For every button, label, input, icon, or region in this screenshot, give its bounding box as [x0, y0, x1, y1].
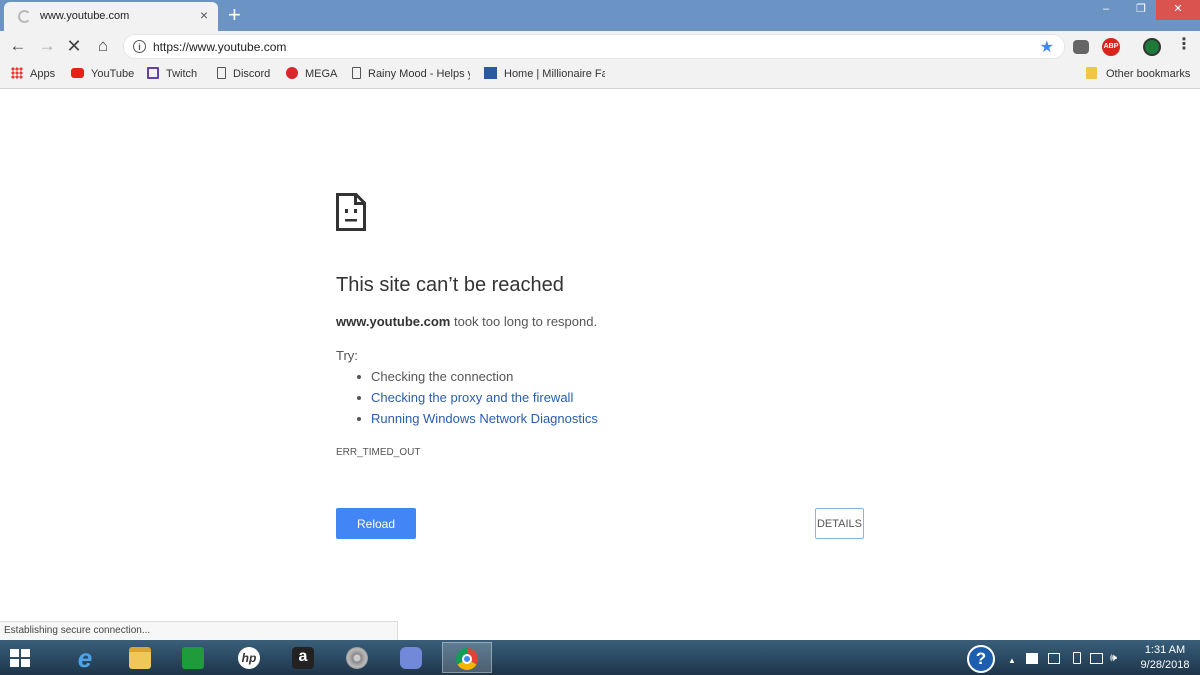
tab-strip: www.youtube.com × + ‒ ❐ ✕: [0, 0, 1200, 31]
bookmark-apps[interactable]: Apps: [11, 67, 55, 83]
profile-avatar-icon[interactable]: [1143, 38, 1161, 56]
loading-spinner-icon: [18, 10, 31, 23]
bookmark-label: YouTube: [91, 68, 135, 80]
millionaire-icon: [484, 67, 497, 79]
window-maximize-button[interactable]: ❐: [1126, 0, 1156, 20]
other-bookmarks[interactable]: Other bookmarks: [1086, 67, 1190, 83]
hp-icon: hp: [238, 647, 260, 669]
new-tab-button[interactable]: +: [228, 3, 241, 27]
amazon-icon: a: [292, 647, 314, 669]
folder-icon: [1086, 67, 1097, 79]
windows-taskbar: e hp a: [0, 640, 1200, 675]
twitch-icon: [147, 67, 159, 79]
reload-button[interactable]: Reload: [336, 508, 416, 539]
file-explorer-icon: [129, 647, 151, 669]
bookmark-mega[interactable]: MEGA: [286, 67, 337, 83]
store-icon: [182, 647, 204, 669]
bookmark-label: Rainy Mood - Helps y: [368, 68, 470, 80]
apps-grid-icon: [11, 67, 23, 79]
error-code: ERR_TIMED_OUT: [336, 447, 421, 458]
error-host: www.youtube.com: [336, 314, 451, 329]
bookmark-label: Twitch: [166, 68, 198, 80]
chrome-icon: [456, 648, 478, 670]
bookmark-youtube[interactable]: YouTube: [71, 67, 134, 83]
taskbar-hp[interactable]: hp: [226, 642, 272, 673]
show-hidden-icons-button[interactable]: ▲: [1008, 654, 1016, 668]
taskbar-amazon[interactable]: a: [280, 642, 326, 673]
tray-app-icon[interactable]: [1048, 653, 1060, 664]
taskbar-discord[interactable]: [388, 642, 434, 673]
mega-icon: [286, 67, 298, 79]
page-icon: [217, 67, 226, 79]
error-title: This site can’t be reached: [336, 274, 564, 296]
try-label: Try:: [336, 348, 358, 363]
bookmark-star-icon[interactable]: ★: [1040, 37, 1054, 57]
taskbar-file-explorer[interactable]: [117, 642, 163, 673]
browser-toolbar: ← → ✕ ⌂ i https://www.youtube.com ★ ABP …: [0, 31, 1200, 61]
bookmark-rainy-mood[interactable]: Rainy Mood - Helps y: [350, 67, 470, 83]
status-bubble: Establishing secure connection...: [0, 621, 398, 640]
sad-page-icon: [336, 193, 366, 231]
network-icon[interactable]: [1090, 653, 1103, 664]
taskbar-internet-explorer[interactable]: e: [62, 642, 108, 673]
suggestions-list: Checking the connection Checking the pro…: [356, 369, 598, 432]
forward-button[interactable]: →: [37, 36, 57, 56]
window-minimize-button[interactable]: ‒: [1086, 0, 1126, 20]
other-bookmarks-label: Other bookmarks: [1106, 68, 1191, 80]
suggestion-check-connection: Checking the connection: [356, 369, 598, 390]
taskbar-speaker-app[interactable]: [334, 642, 380, 673]
bookmark-twitch[interactable]: Twitch: [147, 67, 197, 83]
adblock-plus-icon[interactable]: ABP: [1102, 38, 1120, 56]
volume-icon[interactable]: 🕪: [1110, 651, 1117, 665]
bookmark-millionaire[interactable]: Home | Millionaire Fa: [484, 67, 605, 83]
battery-icon[interactable]: [1073, 652, 1081, 664]
page-icon: [352, 67, 361, 79]
site-info-icon[interactable]: i: [133, 40, 146, 53]
suggestion-network-diagnostics-link[interactable]: Running Windows Network Diagnostics: [356, 411, 598, 432]
bookmark-label: MEGA: [305, 68, 338, 80]
extension-icon[interactable]: [1073, 40, 1089, 54]
youtube-icon: [71, 68, 84, 78]
url-text[interactable]: https://www.youtube.com: [153, 40, 286, 54]
suggestion-proxy-firewall-link[interactable]: Checking the proxy and the firewall: [356, 390, 598, 411]
error-description: www.youtube.com took too long to respond…: [336, 314, 597, 329]
taskbar-chrome[interactable]: [442, 642, 492, 673]
windows-logo-icon: [10, 649, 30, 667]
address-bar[interactable]: i https://www.youtube.com ★: [123, 34, 1065, 59]
speaker-icon: [346, 647, 368, 669]
error-message: took too long to respond.: [453, 314, 598, 329]
bookmarks-bar: Apps YouTube Twitch Discord MEGA Rainy M…: [0, 61, 1200, 89]
discord-icon: [400, 647, 422, 669]
stop-loading-button[interactable]: ✕: [64, 36, 84, 56]
action-center-flag-icon[interactable]: [1026, 653, 1038, 664]
details-button[interactable]: DETAILS: [815, 508, 864, 539]
back-button[interactable]: ←: [8, 36, 28, 56]
home-button[interactable]: ⌂: [93, 36, 113, 56]
clock-date[interactable]: 9/28/2018: [1135, 659, 1195, 671]
bookmark-label: Apps: [30, 68, 56, 80]
window-close-button[interactable]: ✕: [1156, 0, 1200, 20]
taskbar-store[interactable]: [170, 642, 216, 673]
bookmark-label: Home | Millionaire Fa: [504, 68, 605, 80]
clock-time[interactable]: 1:31 AM: [1140, 644, 1190, 656]
tab-close-button[interactable]: ×: [200, 8, 208, 22]
help-icon[interactable]: ?: [967, 645, 995, 673]
bookmark-label: Discord: [233, 68, 271, 80]
browser-tab[interactable]: www.youtube.com ×: [4, 2, 218, 31]
chrome-menu-button[interactable]: ⋮: [1176, 35, 1192, 55]
internet-explorer-icon: e: [77, 643, 93, 673]
bookmark-discord[interactable]: Discord: [215, 67, 270, 83]
start-button[interactable]: [0, 642, 42, 673]
tab-title: www.youtube.com: [40, 10, 130, 22]
